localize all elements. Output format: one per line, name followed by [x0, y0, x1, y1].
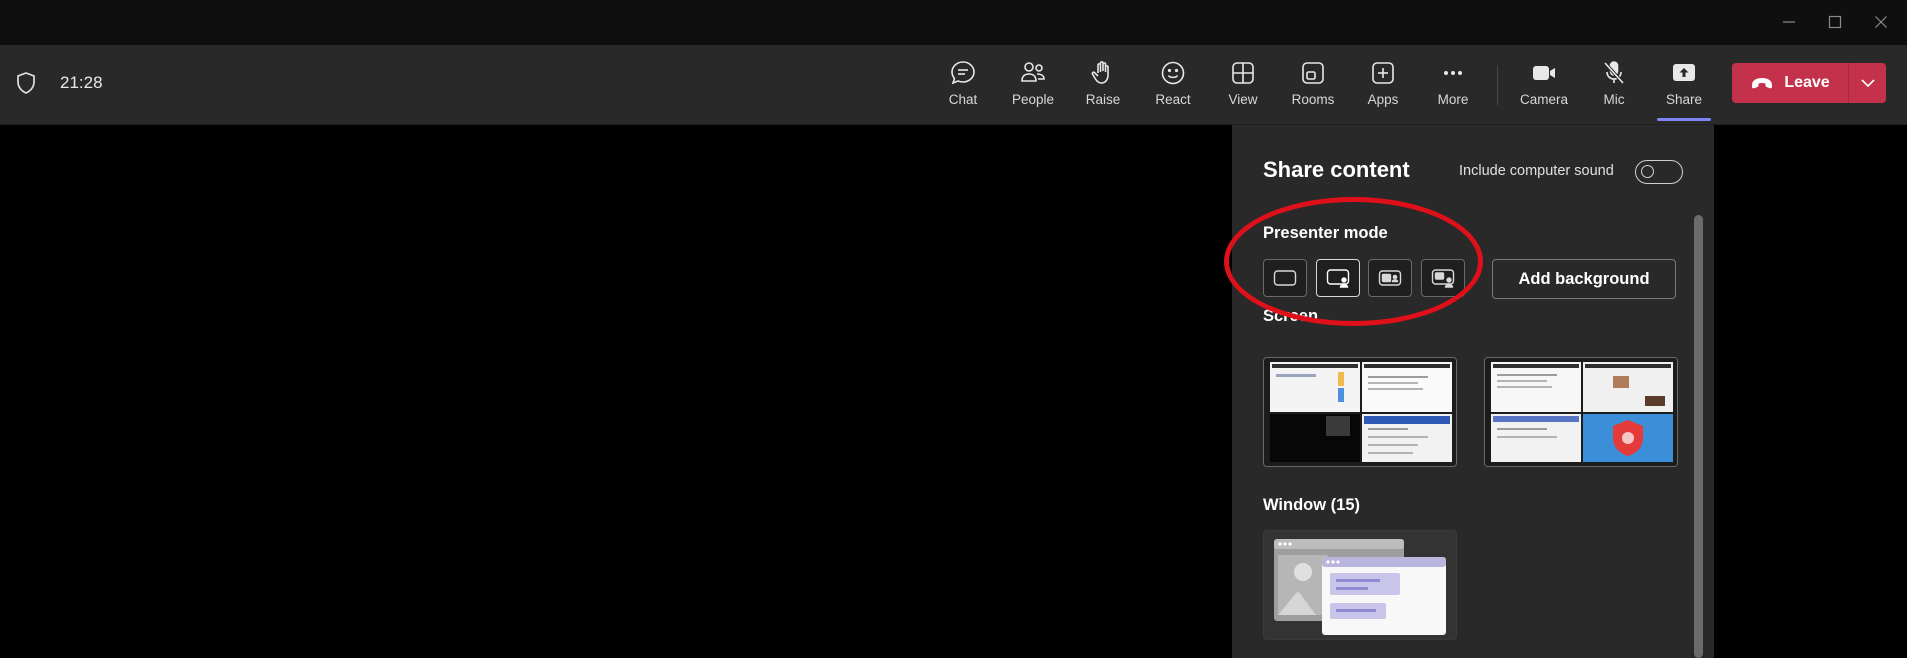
presenter-mode-label: Presenter mode: [1263, 224, 1388, 242]
share-label: Share: [1665, 92, 1703, 107]
content-only-icon: [1273, 270, 1297, 286]
presenter-mode-content-only[interactable]: [1263, 259, 1307, 297]
hang-up-icon: [1752, 78, 1773, 89]
camera-label: Camera: [1519, 92, 1568, 107]
chevron-down-icon: [1860, 79, 1875, 88]
rooms-label: Rooms: [1291, 92, 1335, 107]
chat-icon: [951, 61, 975, 85]
side-by-side-icon: [1378, 270, 1402, 286]
include-sound-label: Include computer sound: [1459, 163, 1614, 179]
grid-icon: [1232, 62, 1254, 84]
presenter-mode-side-by-side[interactable]: [1368, 259, 1412, 297]
meeting-toolbar: 21:28 Chat People Raise React View Rooms…: [0, 45, 1907, 125]
mic-label: Mic: [1603, 92, 1625, 107]
people-icon: [1021, 62, 1045, 82]
presenter-mode-reporter[interactable]: [1421, 259, 1465, 297]
screen-thumbnail-2[interactable]: [1484, 357, 1678, 467]
leave-options-button[interactable]: [1849, 78, 1886, 88]
panel-title: Share content: [1263, 157, 1410, 182]
react-button[interactable]: React: [1140, 55, 1206, 115]
leave-label: Leave: [1784, 74, 1830, 91]
screen-thumbnail-1[interactable]: [1263, 357, 1457, 467]
share-content-panel: Share content Include computer sound Pre…: [1232, 125, 1714, 658]
meeting-timer: 21:28: [60, 73, 103, 92]
apps-label: Apps: [1367, 92, 1399, 107]
share-icon: [1673, 64, 1695, 81]
chat-label: Chat: [948, 92, 978, 107]
raise-label: Raise: [1085, 92, 1121, 107]
mic-button[interactable]: Mic: [1581, 55, 1647, 115]
window-section-label: Window (15): [1263, 496, 1361, 514]
window-title-bar: [0, 0, 1907, 45]
more-label: More: [1437, 92, 1469, 107]
rooms-icon: [1302, 62, 1324, 84]
screen-1-preview: [1264, 358, 1456, 466]
view-label: View: [1228, 92, 1258, 107]
leave-button[interactable]: Leave: [1732, 63, 1849, 103]
rooms-button[interactable]: Rooms: [1280, 55, 1346, 115]
apps-button[interactable]: Apps: [1350, 55, 1416, 115]
chat-button[interactable]: Chat: [930, 55, 996, 115]
smile-icon: [1161, 61, 1185, 85]
maximize-icon[interactable]: [1812, 6, 1858, 38]
reporter-icon: [1431, 269, 1455, 288]
raise-hand-icon: [1091, 61, 1109, 84]
share-button[interactable]: Share: [1651, 55, 1717, 121]
presenter-mode-standout[interactable]: [1316, 259, 1360, 297]
camera-button[interactable]: Camera: [1511, 55, 1577, 115]
standout-icon: [1326, 269, 1350, 288]
camera-icon: [1533, 66, 1555, 80]
add-background-button[interactable]: Add background: [1492, 259, 1676, 299]
window-thumbnail-1[interactable]: [1263, 530, 1457, 640]
more-icon: [1444, 71, 1462, 75]
shield-icon: [15, 71, 37, 100]
react-label: React: [1155, 92, 1191, 107]
toggle-knob: [1641, 165, 1654, 178]
include-sound-toggle[interactable]: [1635, 160, 1683, 184]
toolbar-divider: [1497, 65, 1498, 105]
more-button[interactable]: More: [1420, 55, 1486, 115]
people-button[interactable]: People: [1000, 55, 1066, 115]
screen-2-preview: [1485, 358, 1677, 466]
window-placeholder-icon: [1274, 539, 1446, 635]
leave-button-group: Leave: [1732, 63, 1886, 103]
close-icon[interactable]: [1858, 6, 1904, 38]
panel-scrollbar[interactable]: [1694, 215, 1703, 658]
screen-section-label: Screen: [1263, 307, 1319, 325]
mic-off-icon: [1603, 61, 1625, 85]
raise-hand-button[interactable]: Raise: [1070, 55, 1136, 115]
people-label: People: [1011, 92, 1055, 107]
minimize-icon[interactable]: [1766, 6, 1812, 38]
view-button[interactable]: View: [1210, 55, 1276, 115]
add-app-icon: [1372, 62, 1394, 84]
